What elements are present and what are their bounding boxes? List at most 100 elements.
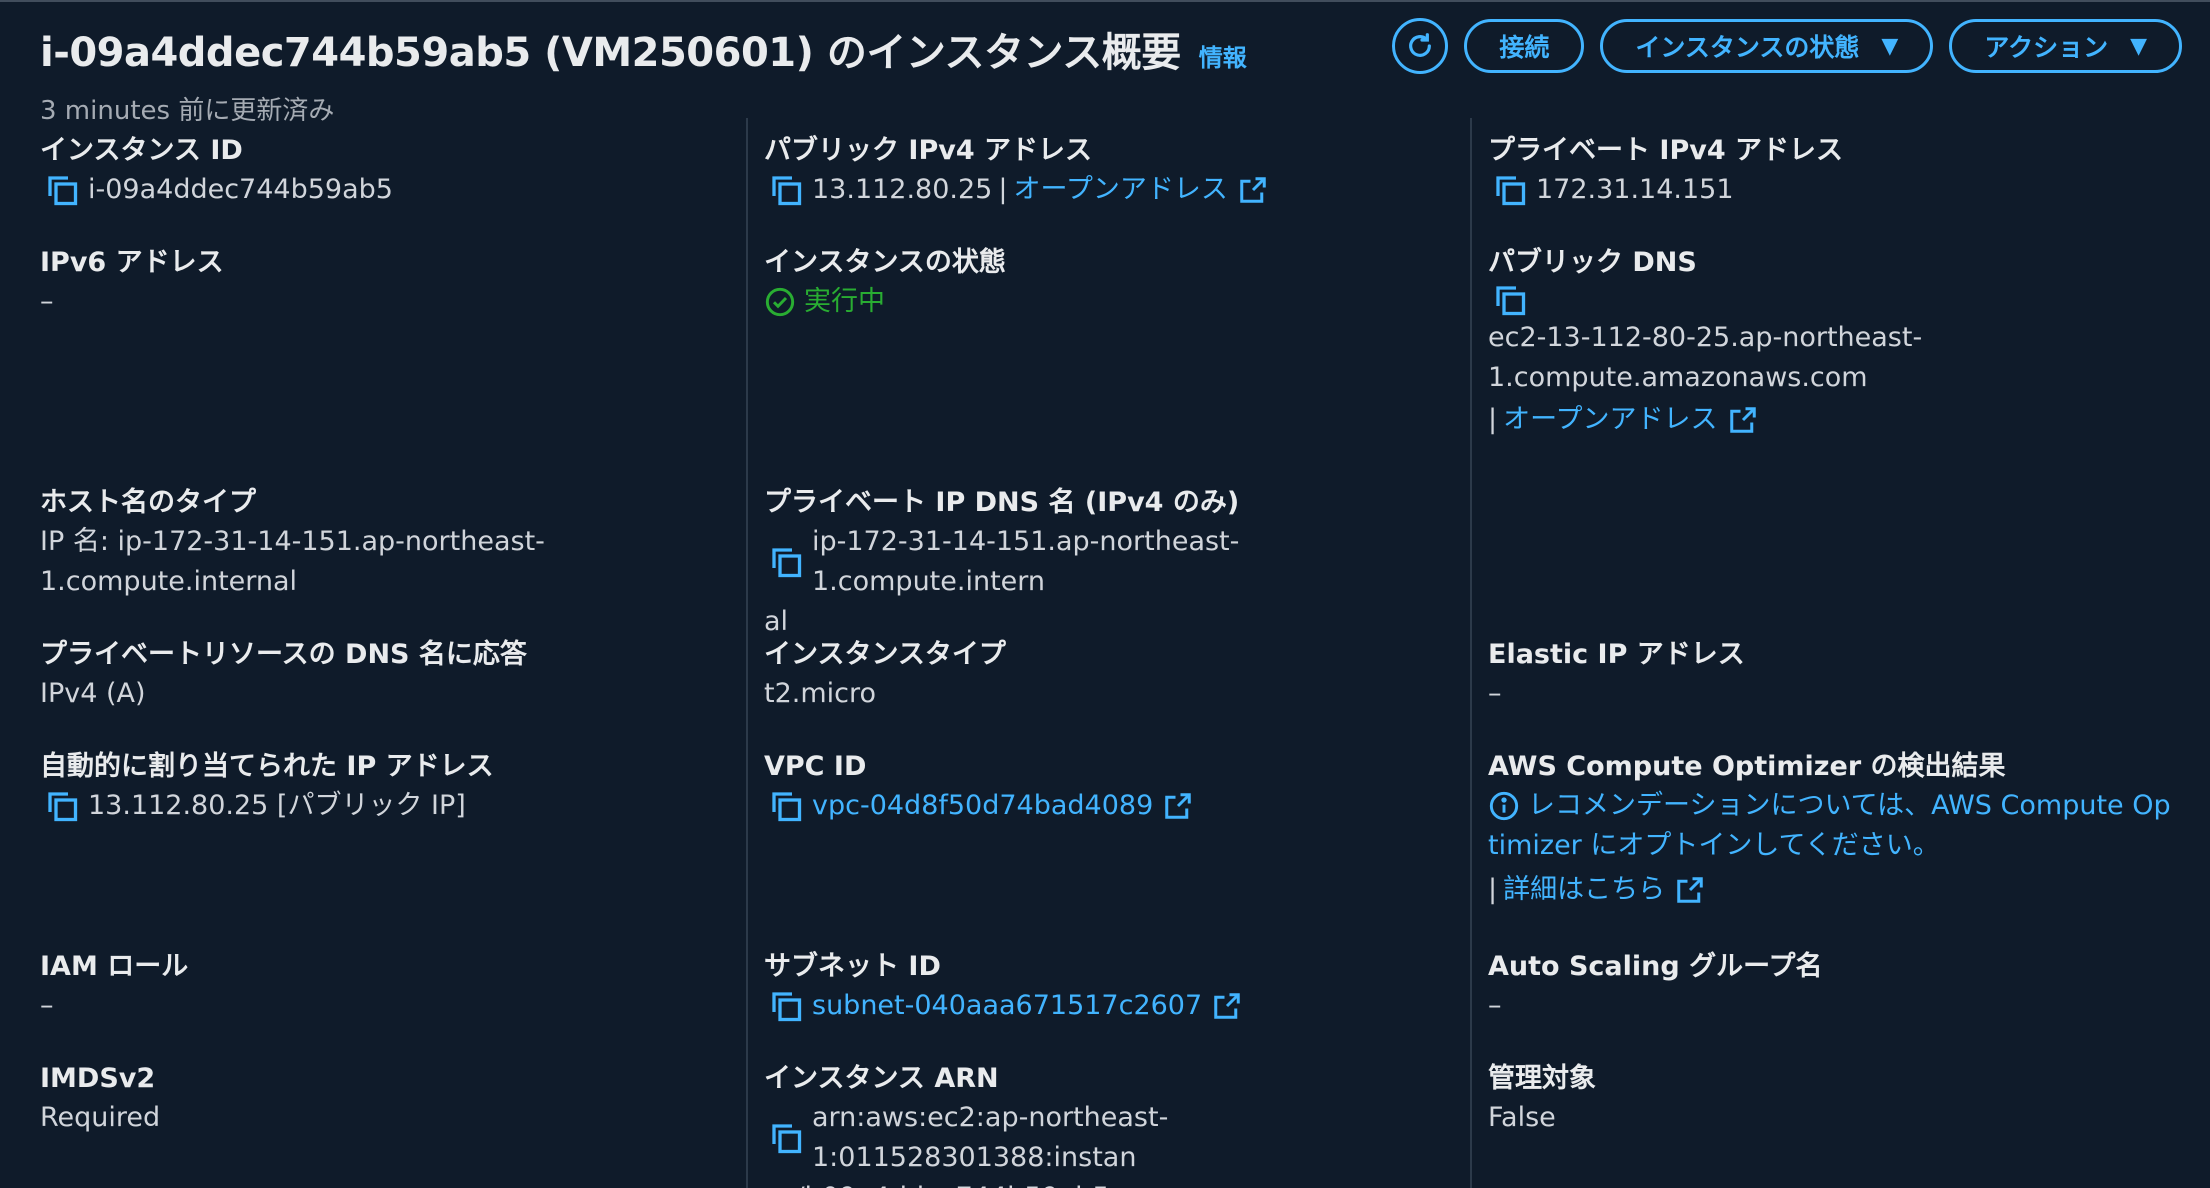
- field-auto-ip: 自動的に割り当てられた IP アドレス 13.112.80.25 [パブリック …: [40, 748, 720, 826]
- field-label: 管理対象: [1488, 1063, 1596, 1094]
- field-label: プライベートリソースの DNS 名に応答: [40, 639, 527, 670]
- caret-down-icon: ▼: [1881, 33, 1899, 59]
- field-label: ホスト名のタイプ: [40, 487, 256, 518]
- managed-value: False: [1488, 1102, 1556, 1133]
- page-title: i-09a4ddec744b59ab5 (VM250601) のインスタンス概要: [40, 30, 1181, 76]
- field-iam-role: IAM ロール –: [40, 948, 720, 1026]
- instance-summary-page: i-09a4ddec744b59ab5 (VM250601) のインスタンス概要…: [0, 0, 2210, 1188]
- check-circle-icon: [765, 287, 795, 317]
- field-label: パブリック IPv4 アドレス: [764, 135, 1093, 166]
- copy-icon[interactable]: [768, 1120, 804, 1156]
- public-dns-value-line2: 1.compute.amazonaws.com: [1488, 362, 1868, 393]
- connect-button-label: 接続: [1499, 33, 1550, 62]
- field-label: パブリック DNS: [1488, 247, 1697, 278]
- column-divider: [1470, 118, 1472, 1188]
- field-label: 自動的に割り当てられた IP アドレス: [40, 751, 494, 782]
- field-instance-arn: インスタンス ARN arn:aws:ec2:ap-northeast-1:01…: [764, 1060, 1444, 1188]
- field-label: インスタンスタイプ: [764, 639, 1006, 670]
- learn-more-link[interactable]: 詳細はこちら: [1503, 870, 1665, 910]
- public-ipv4-value: 13.112.80.25: [812, 174, 993, 205]
- field-elastic-ip: Elastic IP アドレス –: [1488, 636, 2168, 714]
- iam-role-value: –: [40, 990, 54, 1021]
- compute-optimizer-link-line2[interactable]: timizer にオプトインしてください。: [1488, 826, 2188, 866]
- subnet-id-link[interactable]: subnet-040aaa671517c2607: [812, 986, 1202, 1026]
- elastic-ip-value: –: [1488, 678, 1502, 709]
- header-actions: 接続 インスタンスの状態 ▼ アクション ▼: [1392, 18, 2182, 74]
- open-address-link[interactable]: オープンアドレス: [1013, 170, 1227, 210]
- ipv6-value: –: [40, 286, 54, 317]
- instance-arn-value-line2: ce/i-09a4ddec744b59ab5: [764, 1178, 1444, 1188]
- field-label: IMDSv2: [40, 1063, 156, 1094]
- auto-ip-value: 13.112.80.25 [パブリック IP]: [88, 790, 466, 821]
- field-label: Elastic IP アドレス: [1488, 639, 1745, 670]
- vpc-id-link[interactable]: vpc-04d8f50d74bad4089: [812, 786, 1153, 826]
- copy-icon[interactable]: [1492, 172, 1528, 208]
- copy-icon[interactable]: [1492, 282, 1528, 318]
- external-link-icon[interactable]: [1212, 991, 1242, 1021]
- external-link-icon[interactable]: [1728, 405, 1758, 435]
- field-private-ipv4: プライベート IPv4 アドレス 172.31.14.151: [1488, 132, 2168, 210]
- field-label: プライベート IPv4 アドレス: [1488, 135, 1844, 166]
- copy-icon[interactable]: [44, 788, 80, 824]
- connect-button[interactable]: 接続: [1464, 19, 1585, 73]
- field-compute-optimizer: AWS Compute Optimizer の検出結果 レコメンデーションについ…: [1488, 748, 2188, 910]
- hostname-type-value-line1: IP 名: ip-172-31-14-151.ap-northeast-: [40, 526, 545, 557]
- field-private-resource-dns: プライベートリソースの DNS 名に応答 IPv4 (A): [40, 636, 720, 714]
- copy-icon[interactable]: [44, 172, 80, 208]
- copy-icon[interactable]: [768, 172, 804, 208]
- instance-state-dropdown-label: インスタンスの状態: [1635, 33, 1860, 62]
- field-instance-state: インスタンスの状態 実行中: [764, 244, 1444, 322]
- field-subnet-id: サブネット ID subnet-040aaa671517c2607: [764, 948, 1444, 1026]
- field-label: インスタンス ID: [40, 135, 243, 166]
- field-private-ip-dns: プライベート IP DNS 名 (IPv4 のみ) ip-172-31-14-1…: [764, 484, 1444, 642]
- copy-icon[interactable]: [768, 544, 804, 580]
- separator: |: [1488, 404, 1498, 435]
- field-hostname-type: ホスト名のタイプ IP 名: ip-172-31-14-151.ap-north…: [40, 484, 720, 602]
- field-label: インスタンス ARN: [764, 1063, 999, 1094]
- field-label: IAM ロール: [40, 951, 189, 982]
- hostname-type-value-line2: 1.compute.internal: [40, 566, 298, 597]
- instance-type-value: t2.micro: [764, 678, 877, 709]
- field-imdsv2: IMDSv2 Required: [40, 1060, 720, 1138]
- field-ipv6: IPv6 アドレス –: [40, 244, 720, 322]
- caret-down-icon: ▼: [2130, 33, 2147, 59]
- last-updated-text: 3 minutes 前に更新済み: [40, 96, 335, 126]
- field-managed: 管理対象 False: [1488, 1060, 2168, 1138]
- copy-icon[interactable]: [768, 988, 804, 1024]
- field-label: VPC ID: [764, 751, 867, 782]
- public-dns-value-line1: ec2-13-112-80-25.ap-northeast-: [1488, 322, 1923, 353]
- private-ipv4-value: 172.31.14.151: [1536, 174, 1734, 205]
- column-divider: [746, 118, 748, 1188]
- external-link-icon[interactable]: [1675, 875, 1705, 905]
- field-label: AWS Compute Optimizer の検出結果: [1488, 751, 2006, 782]
- actions-dropdown-label: アクション: [1984, 33, 2109, 62]
- actions-dropdown[interactable]: アクション ▼: [1949, 19, 2182, 73]
- field-public-ipv4: パブリック IPv4 アドレス 13.112.80.25 | オープンアドレス: [764, 132, 1444, 210]
- separator: |: [998, 174, 1008, 205]
- info-link[interactable]: 情報: [1199, 38, 1247, 73]
- field-instance-type: インスタンスタイプ t2.micro: [764, 636, 1444, 714]
- external-link-icon[interactable]: [1238, 175, 1268, 205]
- refresh-button[interactable]: [1392, 18, 1449, 74]
- separator: |: [1488, 874, 1498, 905]
- copy-icon[interactable]: [768, 788, 804, 824]
- refresh-icon: [1409, 33, 1432, 57]
- field-label: サブネット ID: [764, 951, 941, 982]
- field-asg-name: Auto Scaling グループ名 –: [1488, 948, 2168, 1026]
- instance-id-value: i-09a4ddec744b59ab5: [88, 174, 393, 205]
- open-address-link[interactable]: オープンアドレス: [1503, 400, 1717, 440]
- field-label: IPv6 アドレス: [40, 247, 224, 278]
- field-vpc-id: VPC ID vpc-04d8f50d74bad4089: [764, 748, 1444, 826]
- instance-state-dropdown[interactable]: インスタンスの状態 ▼: [1600, 19, 1934, 73]
- field-instance-id: インスタンス ID i-09a4ddec744b59ab5: [40, 132, 720, 210]
- info-circle-icon: [1489, 791, 1519, 821]
- field-label: プライベート IP DNS 名 (IPv4 のみ): [764, 487, 1240, 518]
- private-resource-dns-value: IPv4 (A): [40, 678, 146, 709]
- instance-arn-value-line1: arn:aws:ec2:ap-northeast-1:011528301388:…: [812, 1102, 1169, 1173]
- compute-optimizer-link-line1[interactable]: レコメンデーションについては、AWS Compute Op: [1528, 786, 2171, 826]
- field-label: インスタンスの状態: [764, 247, 1006, 278]
- external-link-icon[interactable]: [1163, 791, 1193, 821]
- private-ip-dns-value-line1: ip-172-31-14-151.ap-northeast-1.compute.…: [812, 526, 1240, 597]
- field-public-dns: パブリック DNS ec2-13-112-80-25.ap-northeast-…: [1488, 244, 2168, 440]
- imdsv2-value: Required: [40, 1102, 161, 1133]
